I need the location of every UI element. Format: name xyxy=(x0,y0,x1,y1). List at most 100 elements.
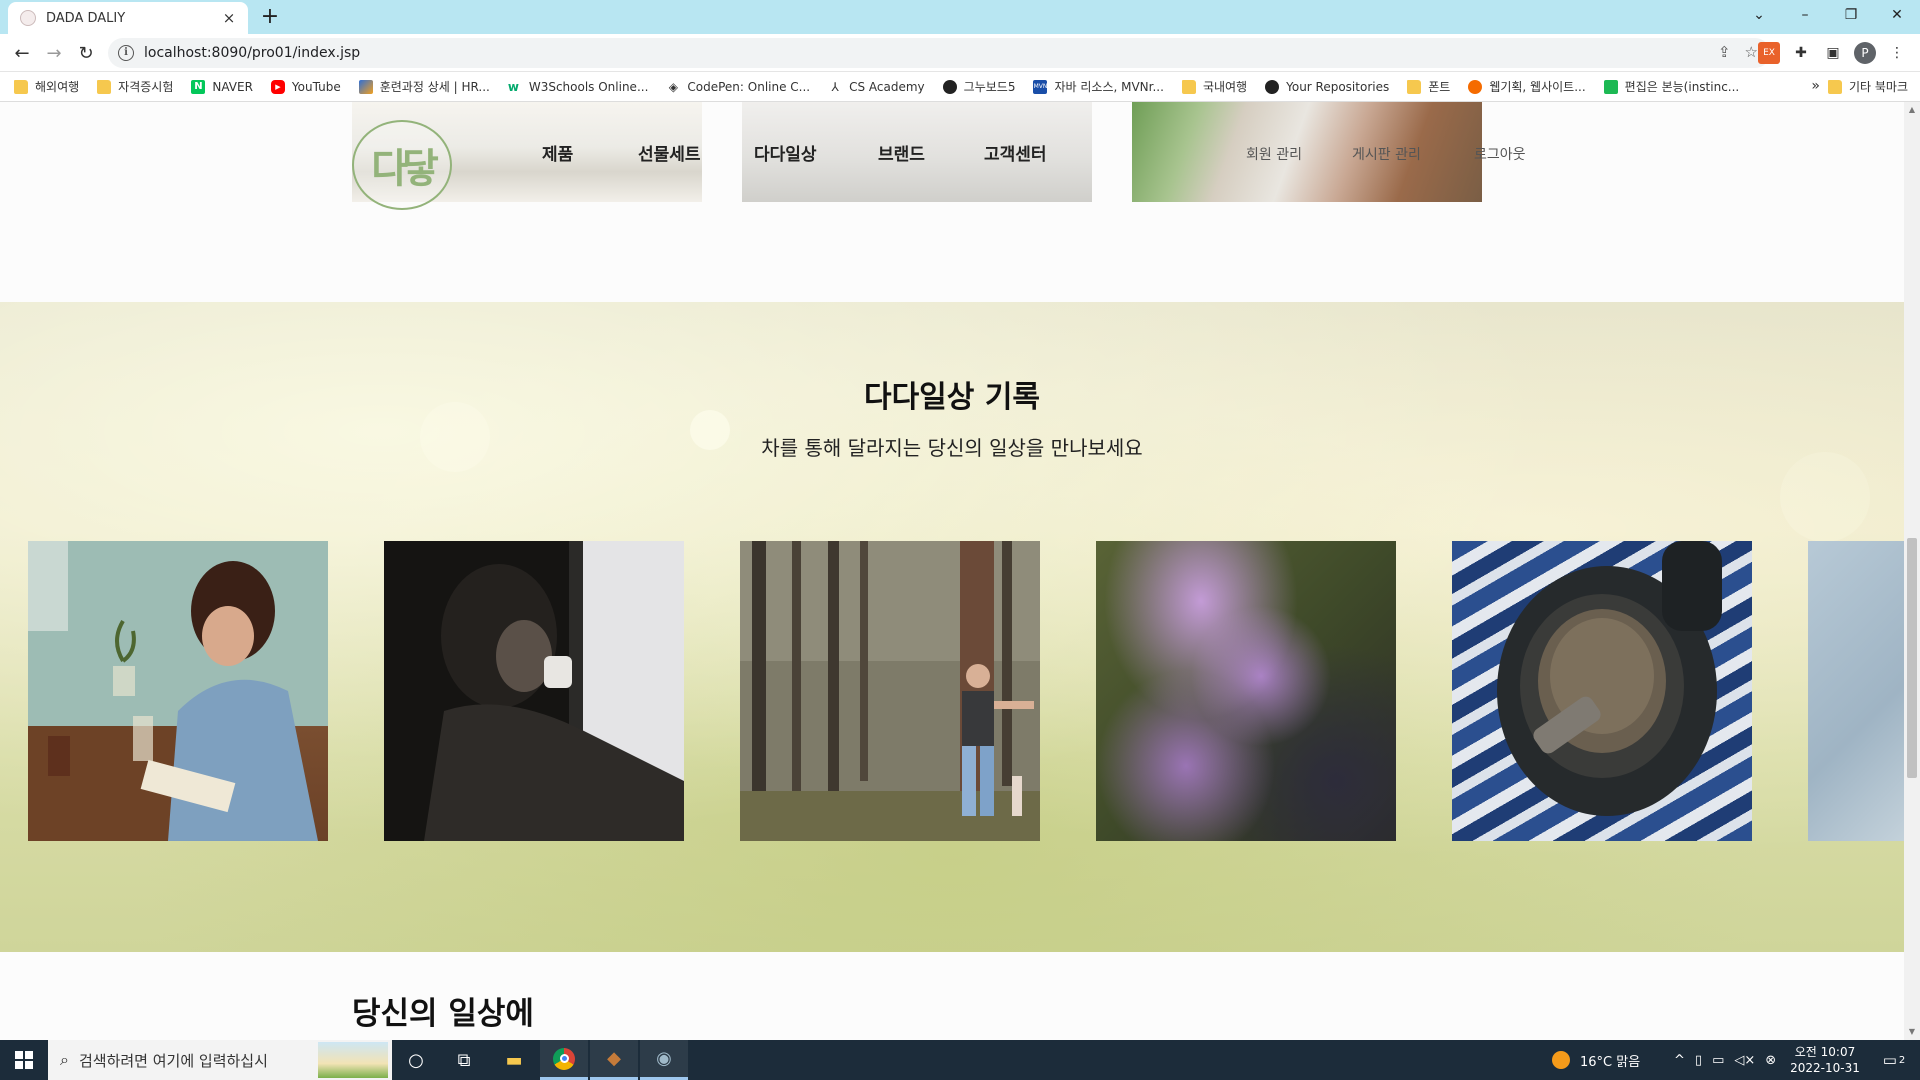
url-text: localhost:8090/pro01/index.jsp xyxy=(144,45,361,61)
gnuboard-icon xyxy=(942,79,957,94)
tab-close-icon[interactable]: × xyxy=(220,9,238,27)
section-subtitle: 차를 통해 달라지는 당신의 일상을 만나보세요 xyxy=(761,436,1143,460)
browser-tab[interactable]: DADA DALIY × xyxy=(8,2,248,34)
bookmark-item[interactable]: 그누보드5 xyxy=(942,78,1015,95)
volume-muted-icon[interactable]: ◁× xyxy=(1734,1053,1755,1068)
bookmark-item[interactable]: N NAVER xyxy=(191,79,253,94)
bookmark-item[interactable]: 국내여행 xyxy=(1181,78,1247,95)
daily-story-section: 다다일상 기록 차를 통해 달라지는 당신의 일상을 만나보세요 xyxy=(0,302,1904,952)
site-info-icon[interactable]: i xyxy=(118,45,134,61)
bookmark-green-icon xyxy=(1603,79,1618,94)
security-status-icon[interactable]: ⊗ xyxy=(1765,1053,1776,1068)
dbeaver-app-icon[interactable]: ◉ xyxy=(640,1040,688,1080)
folder-icon xyxy=(1181,79,1196,94)
naver-icon: N xyxy=(191,79,206,94)
bookmark-item[interactable]: ◈ CodePen: Online C... xyxy=(666,80,810,94)
weather-text: 16°C 맑음 xyxy=(1580,1054,1641,1070)
network-icon[interactable]: ▭ xyxy=(1712,1053,1724,1068)
bokeh-light xyxy=(1780,452,1870,542)
chrome-icon[interactable] xyxy=(540,1040,588,1080)
bookmarks-overflow-button[interactable]: » xyxy=(1811,78,1820,94)
opera-icon xyxy=(1468,79,1483,94)
clock[interactable]: 오전 10:07 2022-10-31 xyxy=(1790,1040,1860,1080)
bookmark-item[interactable]: MVN 자바 리소스, MVNr... xyxy=(1033,78,1164,95)
address-toolbar: ← → ↻ i localhost:8090/pro01/index.jsp ⇪… xyxy=(0,34,1920,72)
start-button[interactable] xyxy=(0,1040,48,1080)
clock-date: 2022-10-31 xyxy=(1790,1061,1860,1075)
tab-title: DADA DALIY xyxy=(46,10,126,26)
woman-reading-cafe-photo[interactable] xyxy=(28,541,328,841)
purple-flower-blur-photo[interactable] xyxy=(1096,541,1396,841)
system-tray: ^ ▯ ▭ ◁× ⊗ xyxy=(1674,1040,1776,1080)
bookmark-item[interactable]: 훈련과정 상세 | HR... xyxy=(358,78,490,95)
folder-icon xyxy=(14,79,28,94)
profile-avatar[interactable]: P xyxy=(1854,42,1876,64)
bookmark-item[interactable]: 자격증시험 xyxy=(97,78,173,95)
notification-center-button[interactable]: ▭ 2 xyxy=(1876,1040,1912,1080)
back-button[interactable]: ← xyxy=(8,40,36,66)
scroll-up-icon[interactable]: ▲ xyxy=(1904,102,1920,118)
codepen-icon: ◈ xyxy=(668,79,678,94)
woman-drinking-dark-photo[interactable] xyxy=(384,541,684,841)
bookmark-star-icon[interactable]: ☆ xyxy=(1745,43,1758,61)
extension-icon[interactable]: EX xyxy=(1758,42,1780,64)
scrollbar-thumb[interactable] xyxy=(1907,538,1917,778)
minimize-button[interactable]: – xyxy=(1782,0,1828,30)
bookmark-item[interactable]: 편집은 본능(instinc... xyxy=(1603,78,1739,95)
scroll-down-icon[interactable]: ▼ xyxy=(1904,1024,1920,1040)
man-forest-photo[interactable] xyxy=(740,541,1040,841)
nav-item-daily[interactable]: 다다일상 xyxy=(754,140,817,165)
task-view-icon[interactable]: ⧉ xyxy=(440,1040,488,1080)
device-icon[interactable]: ▯ xyxy=(1695,1053,1702,1068)
eclipse-app-icon[interactable]: ◆ xyxy=(590,1040,638,1080)
csacademy-icon: ⅄ xyxy=(831,79,839,94)
restore-button[interactable]: ❐ xyxy=(1828,0,1874,30)
close-window-button[interactable]: ✕ xyxy=(1874,0,1920,30)
site-logo[interactable]: 다닿 xyxy=(352,120,452,210)
notification-icon: ▭ xyxy=(1882,1051,1897,1069)
sun-icon xyxy=(1552,1051,1570,1069)
extensions-puzzle-icon[interactable]: ✚ xyxy=(1790,42,1812,64)
page-viewport: 다닿 제품 선물세트 다다일상 브랜드 고객센터 회원 관리 게시판 관리 로그… xyxy=(0,102,1904,1040)
header-background-image xyxy=(1132,102,1482,202)
new-tab-button[interactable]: + xyxy=(258,4,282,30)
github-icon xyxy=(1265,79,1280,94)
bookmark-item[interactable]: 웹기획, 웹사이트... xyxy=(1468,78,1586,95)
site-header: 다닿 제품 선물세트 다다일상 브랜드 고객센터 회원 관리 게시판 관리 로그… xyxy=(0,102,1904,302)
bookmarks-bar: 해외여행 자격증시험 N NAVER ▶ YouTube 훈련과정 상세 | HR.… xyxy=(0,72,1920,102)
bookmark-item[interactable]: 해외여행 xyxy=(14,78,79,95)
side-panel-icon[interactable]: ▣ xyxy=(1822,42,1844,64)
nav-item-customer-center[interactable]: 고객센터 xyxy=(984,140,1047,165)
board-admin-link[interactable]: 게시판 관리 xyxy=(1352,144,1421,164)
page-scrollbar[interactable]: ▲ ▼ xyxy=(1904,102,1920,1040)
browser-menu-icon[interactable]: ⋮ xyxy=(1886,42,1908,64)
share-icon[interactable]: ⇪ xyxy=(1718,43,1731,61)
windows-logo-icon xyxy=(15,1051,33,1069)
other-bookmarks-folder[interactable]: 기타 북마크 xyxy=(1827,78,1908,95)
folder-icon xyxy=(1407,79,1422,94)
weather-widget[interactable]: 16°C 맑음 xyxy=(1552,1040,1640,1080)
address-bar[interactable]: i localhost:8090/pro01/index.jsp ⇪ ☆ xyxy=(108,38,1770,68)
member-admin-link[interactable]: 회원 관리 xyxy=(1246,144,1302,164)
search-placeholder: 검색하려면 여기에 입력하십시 xyxy=(78,1051,268,1070)
tray-expand-icon[interactable]: ^ xyxy=(1674,1053,1685,1068)
tea-cup-striped-cloth-photo[interactable] xyxy=(1452,541,1752,841)
tab-search-button[interactable]: ⌄ xyxy=(1736,0,1782,30)
windows-taskbar: ⌕ 검색하려면 여기에 입력하십시 ○ ⧉ ▬ ◆ ◉ 16°C 맑음 ^ ▯ … xyxy=(0,1040,1920,1080)
logout-link[interactable]: 로그아웃 xyxy=(1474,144,1526,164)
nav-item-products[interactable]: 제품 xyxy=(542,140,573,165)
bookmark-item[interactable]: ⅄ CS Academy xyxy=(828,79,924,94)
cortana-icon[interactable]: ○ xyxy=(392,1040,440,1080)
denim-fabric-photo[interactable] xyxy=(1808,541,1904,841)
taskbar-search-input[interactable]: ⌕ 검색하려면 여기에 입력하십시 xyxy=(48,1040,392,1080)
nav-item-gift-set[interactable]: 선물세트 xyxy=(638,140,701,165)
nav-item-brand[interactable]: 브랜드 xyxy=(878,140,925,165)
bookmark-item[interactable]: 폰트 xyxy=(1407,78,1450,95)
forward-button[interactable]: → xyxy=(40,40,68,66)
bookmark-item[interactable]: w W3Schools Online... xyxy=(508,80,649,94)
file-explorer-icon[interactable]: ▬ xyxy=(490,1040,538,1080)
reload-button[interactable]: ↻ xyxy=(72,40,100,66)
bookmark-item[interactable]: ▶ YouTube xyxy=(270,79,341,94)
bookmark-item[interactable]: Your Repositories xyxy=(1265,79,1389,94)
mvn-icon: MVN xyxy=(1033,79,1048,94)
